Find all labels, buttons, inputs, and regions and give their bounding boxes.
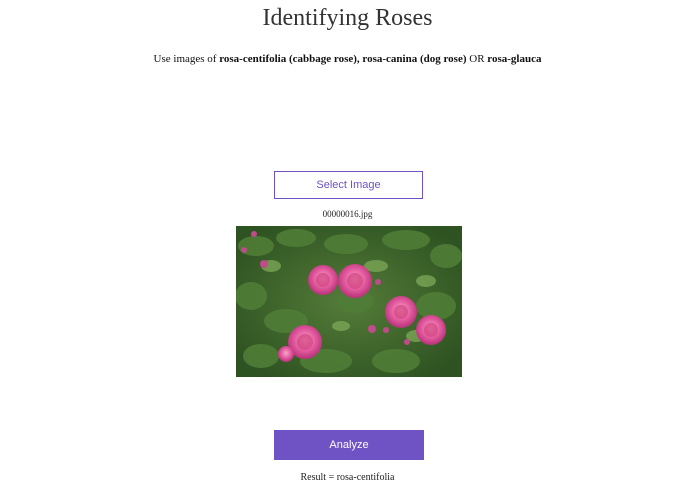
rose-photo: [236, 226, 462, 377]
instruction-option-1: rosa-centifolia (cabbage rose), rosa-can…: [219, 53, 467, 65]
instruction-separator: OR: [466, 53, 488, 65]
instruction-prefix: Use images of: [153, 53, 220, 65]
result-text: Result = rosa-centifolia: [300, 472, 395, 483]
page-title: Identifying Roses: [262, 5, 433, 31]
instruction-text: Use images of rosa-centifolia (cabbage r…: [0, 52, 695, 66]
instruction-option-2: rosa-glauca: [487, 53, 542, 65]
selected-filename: 00000016.jpg: [322, 209, 373, 219]
select-image-button[interactable]: Select Image: [274, 171, 423, 199]
analyze-button[interactable]: Analyze: [274, 430, 424, 460]
